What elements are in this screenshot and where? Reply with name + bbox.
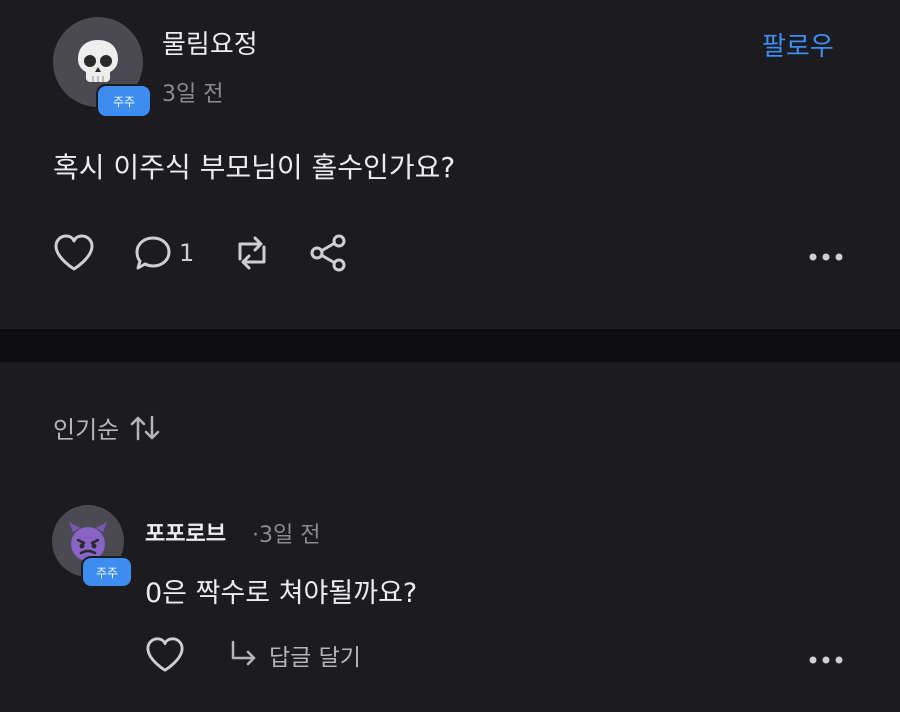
reply-arrow-icon	[231, 640, 256, 666]
heart-icon	[54, 234, 94, 271]
comment-count: 1	[179, 239, 195, 267]
reply-button[interactable]: 답글 달기	[227, 638, 361, 672]
shareholder-badge: 주주	[81, 556, 133, 588]
post-time: 3일 전	[162, 82, 224, 107]
sort-label: 인기순	[53, 416, 120, 444]
sort-arrows-icon	[131, 415, 160, 440]
repost-icon	[238, 236, 266, 270]
share-icon	[310, 234, 346, 272]
more-icon	[809, 253, 843, 261]
section-divider	[0, 329, 900, 362]
follow-button[interactable]: 팔로우	[762, 26, 834, 63]
more-icon	[809, 656, 843, 664]
skull-icon	[78, 40, 118, 82]
reply-label: 답글 달기	[269, 645, 361, 671]
comment-more-button[interactable]	[808, 651, 844, 670]
post: 주주 물림요정 3일 전 팔로우 혹시 이주식 부모님이 홀수인가요? 1	[0, 0, 900, 329]
repost-button[interactable]	[230, 233, 274, 273]
post-more-button[interactable]	[808, 248, 844, 267]
comment-time: ·3일 전	[252, 523, 321, 548]
heart-icon	[146, 637, 184, 672]
shareholder-badge: 주주	[96, 84, 152, 118]
post-username[interactable]: 물림요정	[162, 24, 258, 61]
post-actions: 1	[53, 232, 348, 274]
sort-toggle[interactable]: 인기순	[53, 410, 161, 445]
comment-like-button[interactable]	[145, 636, 185, 674]
comment-username[interactable]: 포포로브	[145, 516, 226, 548]
post-text: 혹시 이주식 부모님이 홀수인가요?	[53, 151, 456, 184]
comment-actions: 답글 달기	[145, 634, 361, 676]
comment-text: 0은 짝수로 쳐야될까요?	[145, 578, 418, 609]
comment-button[interactable]: 1	[133, 233, 194, 273]
share-button[interactable]	[308, 233, 348, 273]
comment-bubble-icon	[135, 236, 171, 270]
like-button[interactable]	[53, 233, 95, 273]
